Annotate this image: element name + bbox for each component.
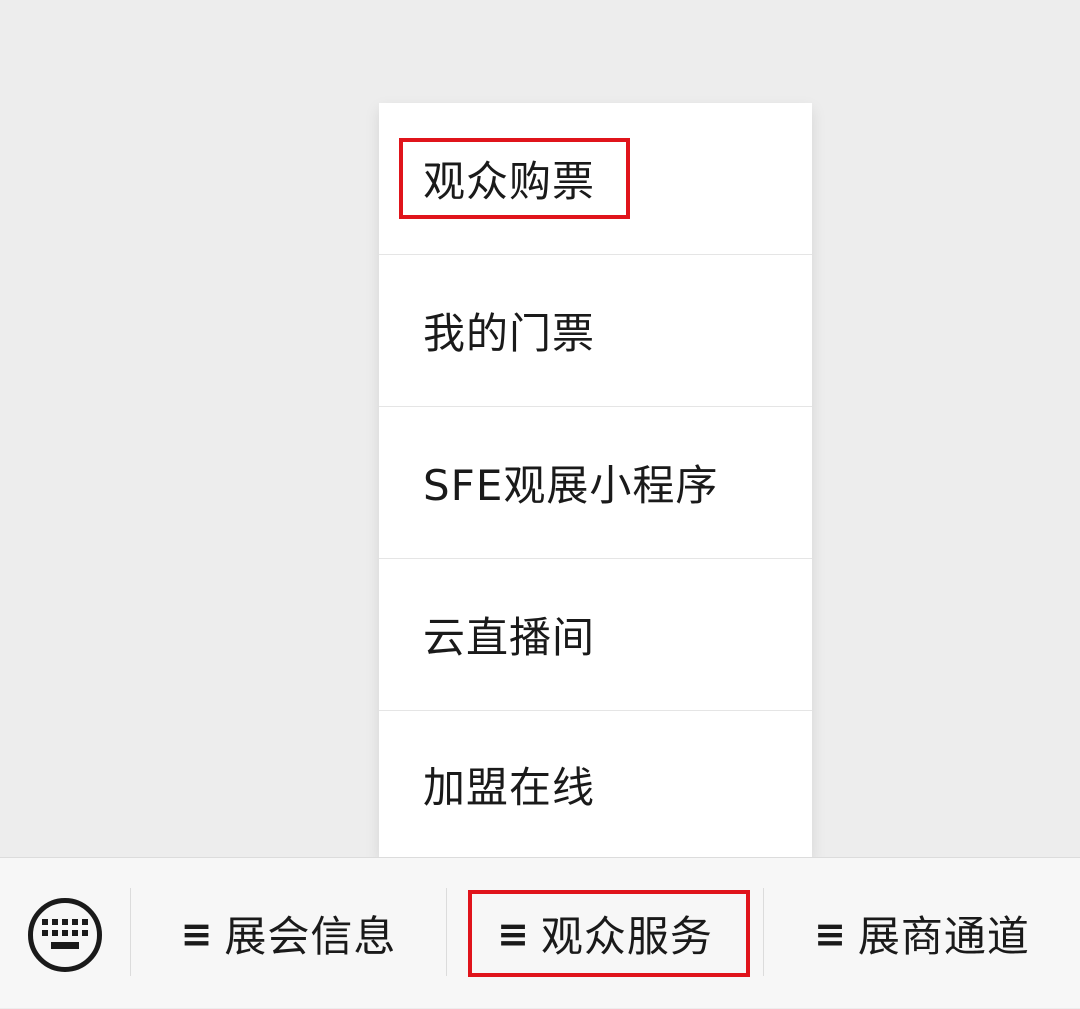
menu-item-live-room[interactable]: 云直播间: [379, 559, 812, 711]
menu-item-my-tickets[interactable]: 我的门票: [379, 255, 812, 407]
menu-item-label: 加盟在线: [423, 762, 596, 812]
keyboard-toggle-button[interactable]: [28, 898, 102, 972]
submenu-popup: 观众购票 我的门票 SFE观展小程序 云直播间 加盟在线: [379, 103, 812, 857]
keyboard-icon: [42, 919, 88, 949]
menu-item-franchise[interactable]: 加盟在线: [379, 711, 812, 857]
tab-label: 观众服务: [540, 912, 713, 961]
bottom-menu-bar: ≡ 展会信息 ≡ 观众服务 ≡ 展商通道: [0, 857, 1080, 1008]
tab-exhibitor-channel[interactable]: ≡ 展商通道: [764, 858, 1080, 1009]
menu-lines-icon: ≡: [180, 911, 213, 956]
menu-item-label: 观众购票: [423, 157, 596, 206]
menu-item-buy-ticket[interactable]: 观众购票: [379, 103, 812, 255]
menu-lines-icon: ≡: [814, 911, 846, 956]
menu-item-mini-program[interactable]: SFE观展小程序: [379, 407, 812, 559]
menu-lines-icon: ≡: [497, 911, 529, 956]
tab-visitor-services[interactable]: ≡ 观众服务: [447, 858, 763, 1009]
tab-exhibition-info[interactable]: ≡ 展会信息: [131, 858, 446, 1009]
tab-label: 展会信息: [224, 912, 397, 961]
menu-item-label: 云直播间: [423, 613, 596, 662]
menu-item-label: SFE观展小程序: [423, 461, 719, 510]
tab-label: 展商通道: [857, 912, 1030, 961]
menu-item-label: 我的门票: [423, 309, 596, 358]
